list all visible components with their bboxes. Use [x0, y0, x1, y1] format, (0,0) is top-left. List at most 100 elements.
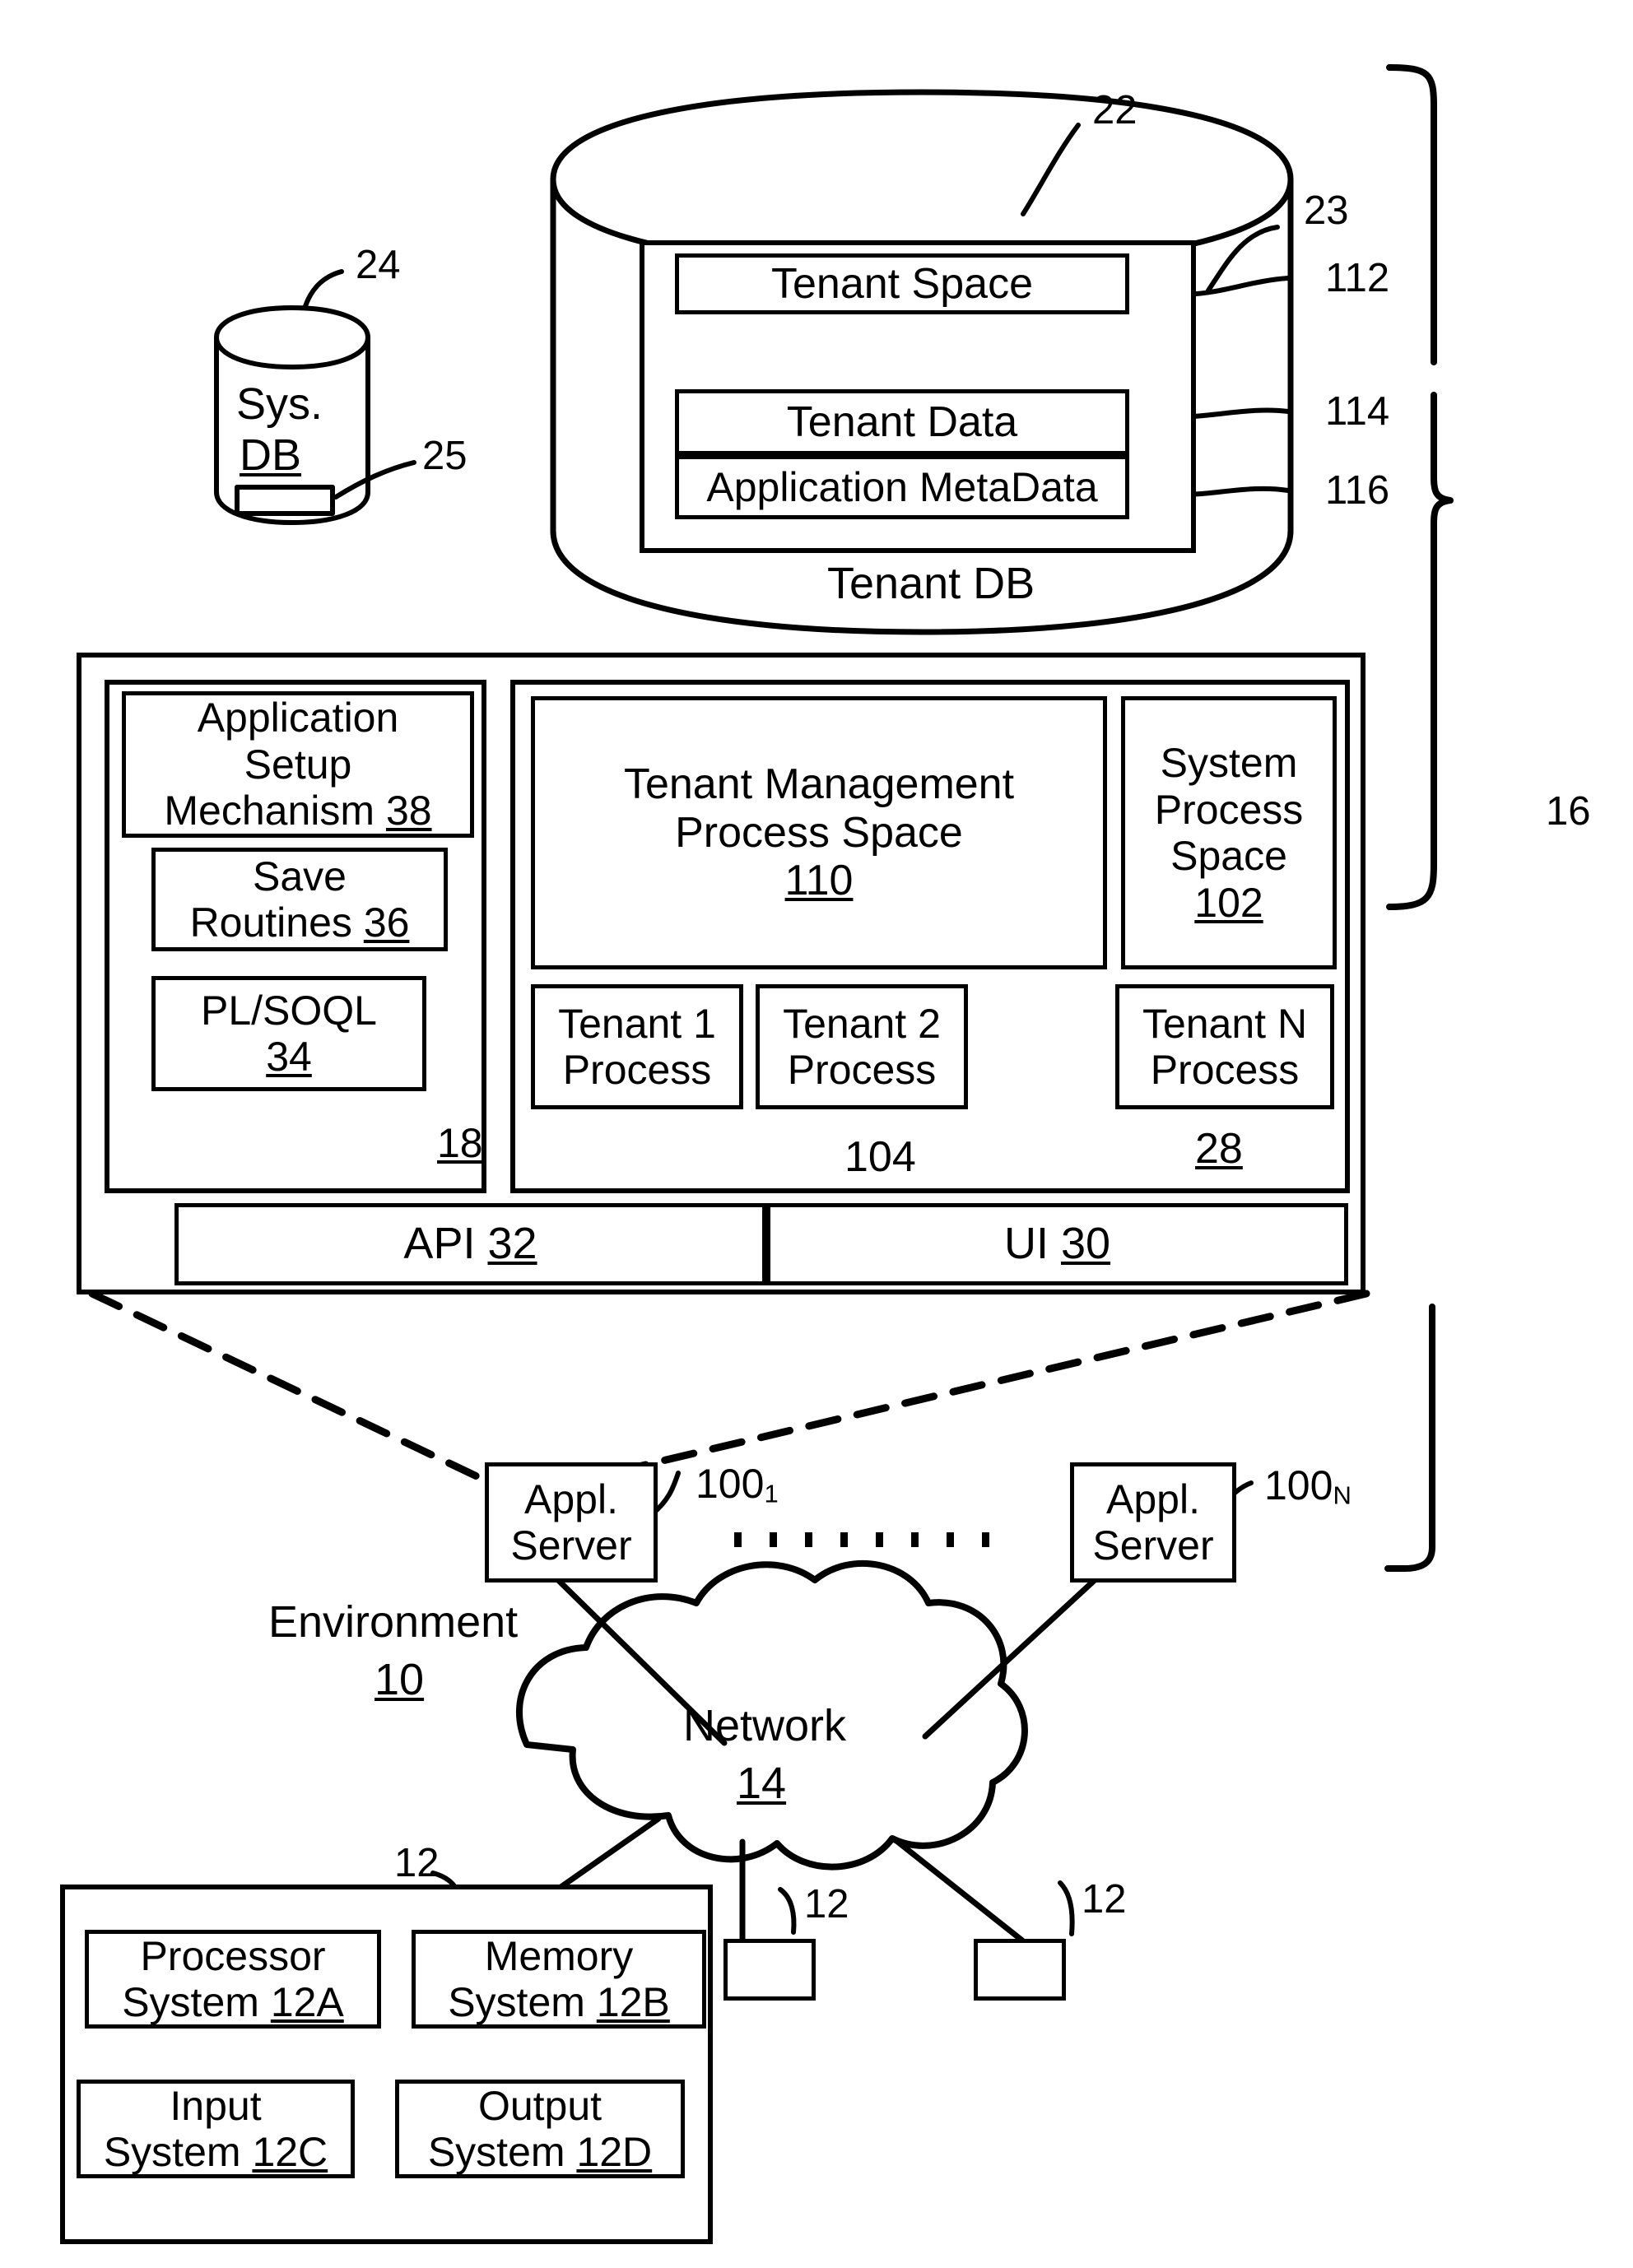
save-routines-line2: Routines	[189, 899, 352, 946]
tenant-management-line2: Process Space	[675, 808, 963, 857]
ref-28: 28	[1195, 1125, 1243, 1173]
ref-114: 114	[1325, 389, 1390, 434]
application-setup-line3-wrap: Mechanism 38	[164, 788, 431, 834]
system-process-line1: System	[1160, 740, 1298, 786]
ref-22: 22	[1092, 88, 1138, 132]
ref-25: 25	[422, 434, 468, 478]
appl-server-1-box: Appl. Server	[485, 1462, 658, 1582]
tenant-space-label: Tenant Space	[770, 259, 1034, 308]
api-label: API	[403, 1219, 476, 1269]
memory-system-line1: Memory	[484, 1932, 634, 1979]
output-system-line2-wrap: System 12D	[428, 2129, 652, 2176]
memory-system-box: Memory System 12B	[412, 1930, 706, 2029]
tenant-management-process-space-box: Tenant Management Process Space 110	[531, 696, 1107, 969]
input-system-box: Input System 12C	[77, 2080, 355, 2178]
output-system-box: Output System 12D	[395, 2080, 685, 2178]
system-process-line3: Space	[1170, 833, 1287, 879]
ref-38: 38	[385, 788, 432, 834]
appl-server-1-line2: Server	[510, 1522, 632, 1569]
pl-soql-box: PL/SOQL 34	[151, 976, 426, 1091]
tenant-space-box: Tenant Space	[675, 253, 1129, 314]
ref-104: 104	[844, 1133, 916, 1181]
input-system-line2-wrap: System 12C	[104, 2129, 328, 2176]
environment-label: Environment	[268, 1597, 519, 1647]
ref-14: 14	[737, 1759, 787, 1808]
ref-10: 10	[375, 1655, 425, 1704]
input-system-line1: Input	[170, 2082, 262, 2129]
ref-24: 24	[356, 243, 401, 287]
tenant-1-process-box: Tenant 1 Process	[531, 984, 743, 1109]
save-routines-line1: Save	[253, 853, 347, 899]
patent-figure: Tenant Space Tenant Data Application Met…	[0, 0, 1633, 2268]
ref-100-1-sub: 1	[764, 1479, 779, 1508]
application-metadata-box: Application MetaData	[675, 455, 1129, 519]
api-label-wrap: API 32	[403, 1219, 537, 1269]
tenant-2-process-line2: Process	[787, 1047, 937, 1093]
tenant-data-label: Tenant Data	[786, 397, 1018, 446]
ref-116: 116	[1325, 468, 1390, 513]
ref-34: 34	[266, 1034, 312, 1080]
system-process-line2: Process	[1154, 786, 1304, 833]
tenant-2-process-box: Tenant 2 Process	[756, 984, 968, 1109]
input-system-line2: System	[103, 2129, 241, 2175]
ref-100-n-sub: N	[1333, 1480, 1352, 1510]
ref-102: 102	[1194, 879, 1263, 926]
ref-112: 112	[1325, 256, 1390, 300]
application-metadata-label: Application MetaData	[706, 463, 1098, 510]
save-routines-line2-wrap: Routines 36	[190, 899, 410, 946]
tenant-1-process-line1: Tenant 1	[558, 1000, 716, 1047]
sys-db-label-line2: DB	[240, 430, 302, 480]
appl-server-n-box: Appl. Server	[1070, 1462, 1236, 1582]
ui-label: UI	[1003, 1219, 1049, 1269]
appl-server-n-line1: Appl.	[1106, 1476, 1200, 1522]
application-setup-mechanism-box: Application Setup Mechanism 38	[122, 691, 474, 838]
processor-system-line2-wrap: System 12A	[122, 1979, 344, 2026]
application-setup-line3: Mechanism	[164, 788, 375, 834]
tenant-2-process-line1: Tenant 2	[783, 1000, 941, 1047]
application-setup-line2: Setup	[244, 741, 352, 788]
app-server-ellipsis	[734, 1532, 989, 1547]
output-system-line1: Output	[477, 2082, 602, 2129]
ui-box: UI 30	[766, 1203, 1348, 1285]
ref-12a: 12A	[270, 1979, 344, 2025]
ref-36: 36	[363, 899, 410, 946]
ui-label-wrap: UI 30	[1004, 1219, 1110, 1269]
tenant-data-box: Tenant Data	[675, 389, 1129, 455]
ref-100-1: 1001	[696, 1462, 779, 1508]
memory-system-line2-wrap: System 12B	[448, 1979, 670, 2026]
ref-100-n-base: 100	[1264, 1462, 1333, 1508]
appl-server-n-line2: Server	[1092, 1522, 1214, 1569]
processor-system-box: Processor System 12A	[85, 1930, 381, 2029]
output-system-line2: System	[427, 2129, 565, 2175]
appl-server-1-line1: Appl.	[524, 1476, 618, 1522]
other-user-system-1-box	[723, 1939, 816, 2001]
tenant-n-process-line2: Process	[1150, 1047, 1300, 1093]
ref-16: 16	[1546, 789, 1591, 834]
ref-100-1-base: 100	[696, 1461, 765, 1507]
save-routines-box: Save Routines 36	[151, 848, 448, 951]
system-process-space-box: System Process Space 102	[1121, 696, 1337, 969]
tenant-n-process-box: Tenant N Process	[1115, 984, 1334, 1109]
other-user-system-2-box	[974, 1939, 1066, 2001]
tenant-db-label: Tenant DB	[827, 559, 1035, 608]
ref-12c: 12C	[252, 2129, 328, 2175]
pl-soql-label: PL/SOQL	[201, 987, 377, 1034]
ref-12d: 12D	[576, 2129, 653, 2175]
network-label: Network	[683, 1701, 847, 1750]
ref-12b: 12B	[596, 1979, 670, 2025]
tenant-1-process-line2: Process	[562, 1047, 712, 1093]
memory-system-line2: System	[448, 1979, 585, 2025]
ref-23: 23	[1304, 188, 1349, 233]
tenant-n-process-line1: Tenant N	[1142, 1000, 1308, 1047]
application-setup-line1: Application	[197, 695, 399, 741]
ref-12-other-2: 12	[1082, 1877, 1127, 1922]
ref-12-user-system: 12	[394, 1841, 440, 1885]
api-box: API 32	[174, 1203, 766, 1285]
sys-db-label-line1: Sys.	[236, 379, 323, 429]
ref-18: 18	[437, 1120, 483, 1166]
ref-110: 110	[784, 857, 854, 905]
tenant-management-line1: Tenant Management	[623, 760, 1015, 808]
processor-system-line1: Processor	[140, 1932, 326, 1979]
ref-30: 30	[1060, 1219, 1111, 1269]
ref-32: 32	[487, 1219, 537, 1269]
